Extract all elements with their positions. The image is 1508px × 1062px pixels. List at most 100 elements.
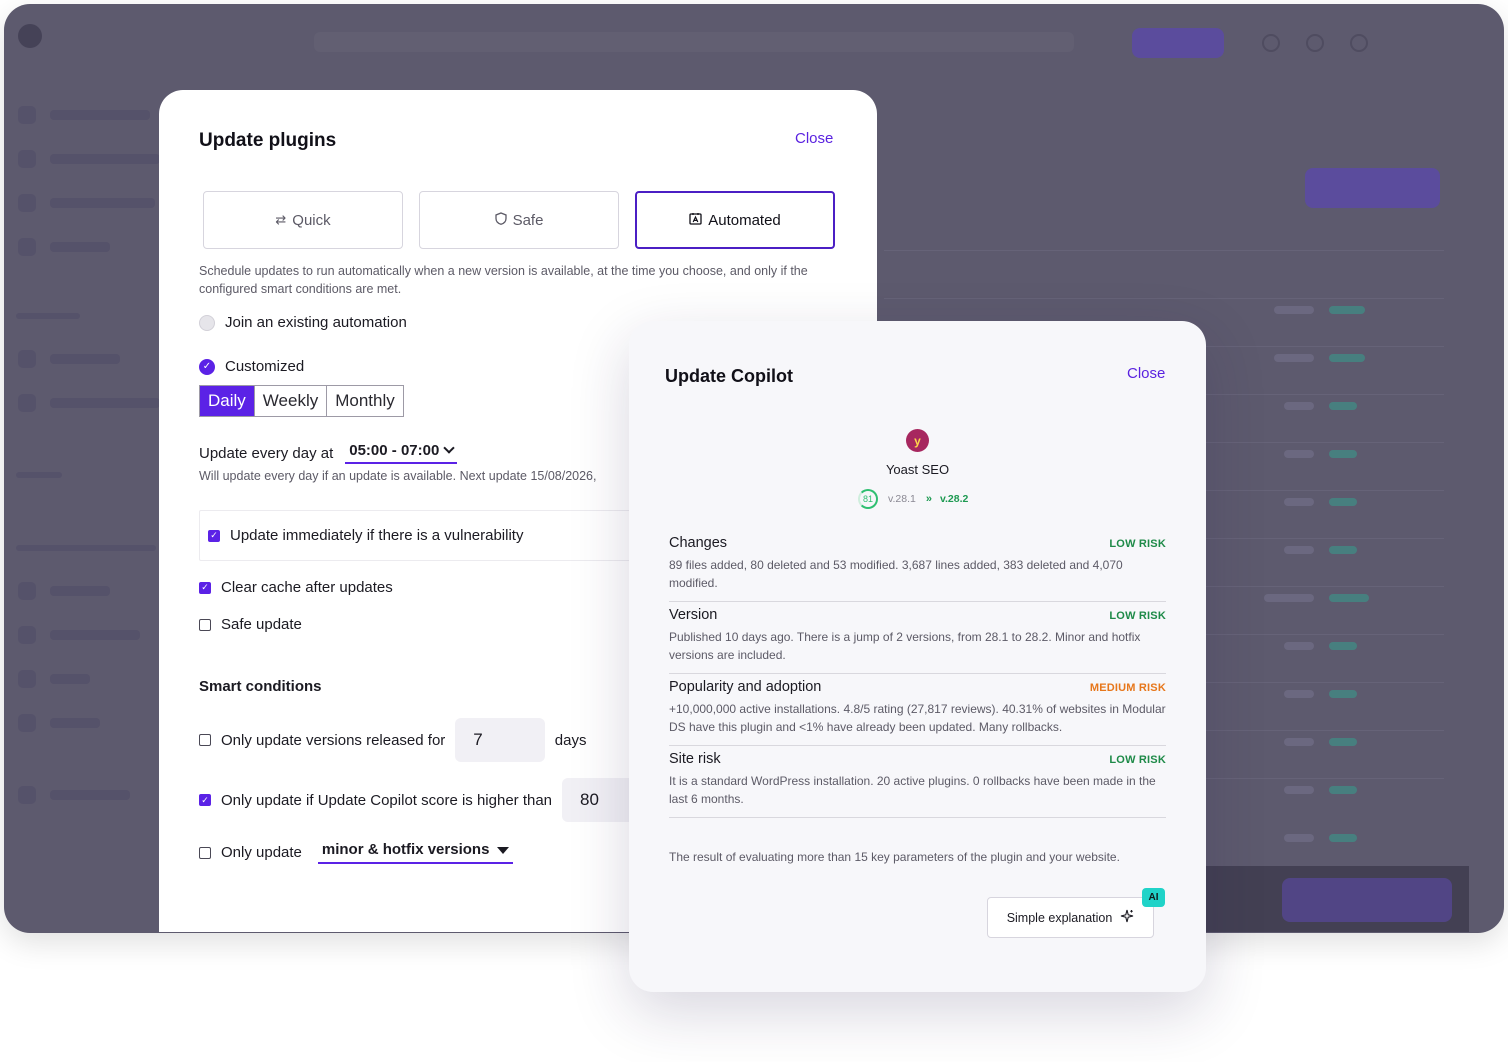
released-label: Only update versions released for bbox=[221, 731, 446, 749]
versions-label: Only update bbox=[221, 844, 302, 861]
divider bbox=[669, 601, 1166, 602]
clear-cache-label: Clear cache after updates bbox=[221, 579, 393, 596]
background-icon bbox=[1350, 34, 1368, 52]
checkbox-checked[interactable]: ✓ bbox=[199, 794, 211, 806]
ai-badge: AI bbox=[1142, 888, 1165, 907]
background-nav-item bbox=[18, 394, 160, 412]
vulnerability-label: Update immediately if there is a vulnera… bbox=[230, 527, 524, 544]
risk-title: Changes bbox=[669, 535, 728, 551]
background-nav-item bbox=[18, 194, 155, 212]
background-section-label bbox=[16, 313, 80, 319]
background-add-button bbox=[1132, 28, 1224, 58]
update-copilot-dialog: Update Copilot Close y Yoast SEO 81 v.28… bbox=[629, 321, 1206, 992]
background-nav-item bbox=[18, 786, 130, 804]
frequency-daily[interactable]: Daily bbox=[200, 386, 255, 416]
dialog-title: Update plugins bbox=[199, 130, 337, 151]
swap-icon: ⇄ bbox=[275, 212, 287, 227]
risk-level: LOW RISK bbox=[1109, 754, 1166, 766]
next-update-note: Will update every day if an update is av… bbox=[199, 469, 597, 483]
background-nav-item bbox=[18, 106, 150, 124]
risk-title: Version bbox=[669, 607, 718, 623]
background-icon bbox=[1262, 34, 1280, 52]
frequency-monthly[interactable]: Monthly bbox=[327, 386, 403, 416]
radio-unchecked[interactable] bbox=[199, 314, 215, 331]
update-every-label: Update every day at bbox=[199, 444, 334, 462]
risk-level: MEDIUM RISK bbox=[1089, 682, 1166, 694]
divider bbox=[669, 745, 1166, 746]
background-nav-item bbox=[18, 670, 90, 688]
score-threshold-input[interactable]: 80 bbox=[562, 778, 639, 822]
close-button[interactable]: Close bbox=[795, 130, 833, 147]
released-condition: Only update versions released for 7 days bbox=[199, 718, 586, 762]
version-from: v.28.1 bbox=[888, 493, 916, 505]
clear-cache-option[interactable]: ✓ Clear cache after updates bbox=[199, 579, 393, 596]
background-section-label bbox=[16, 545, 156, 551]
safe-update-label: Safe update bbox=[221, 616, 302, 633]
shield-icon bbox=[494, 212, 507, 228]
dialog-title: Update Copilot bbox=[665, 366, 793, 386]
sparkle-icon bbox=[1120, 909, 1134, 926]
frequency-weekly[interactable]: Weekly bbox=[255, 386, 328, 416]
evaluation-note: The result of evaluating more than 15 ke… bbox=[669, 850, 1120, 864]
background-nav-item bbox=[18, 626, 140, 644]
version-to: v.28.2 bbox=[939, 493, 969, 505]
score-label: Only update if Update Copilot score is h… bbox=[221, 791, 553, 809]
versions-value: minor & hotfix versions bbox=[321, 841, 490, 858]
safe-update-option[interactable]: Safe update bbox=[199, 616, 302, 633]
radio-checked[interactable]: ✓ bbox=[199, 358, 215, 375]
risk-item-changes: Changes LOW RISK 89 files added, 80 delet… bbox=[669, 535, 1166, 592]
background-icon bbox=[1306, 34, 1324, 52]
risk-title: Site risk bbox=[669, 751, 721, 767]
join-automation-option[interactable]: Join an existing automation bbox=[199, 314, 407, 331]
customized-label: Customized bbox=[225, 358, 305, 375]
risk-detail: +10,000,000 active installations. 4.8/5 … bbox=[669, 702, 1166, 734]
background-nav-item bbox=[18, 582, 110, 600]
background-search bbox=[314, 32, 1074, 52]
mode-quick-button[interactable]: ⇄ Quick bbox=[203, 191, 403, 249]
released-unit: days bbox=[554, 731, 587, 749]
checkbox-checked[interactable]: ✓ bbox=[208, 529, 220, 542]
risk-item-version: Version LOW RISK Published 10 days ago. T… bbox=[669, 607, 1166, 664]
time-window-value: 05:00 - 07:00 bbox=[349, 442, 440, 459]
vulnerability-option[interactable]: ✓ Update immediately if there is a vulne… bbox=[208, 527, 523, 544]
version-row: 81 v.28.1 » v.28.2 bbox=[858, 489, 968, 509]
close-button[interactable]: Close bbox=[1127, 365, 1165, 382]
checkbox-unchecked[interactable] bbox=[199, 734, 211, 746]
risk-detail: It is a standard WordPress installation.… bbox=[669, 774, 1156, 806]
mode-automated-button[interactable]: Automated bbox=[635, 191, 835, 249]
versions-condition: Only update minor & hotfix versions bbox=[199, 841, 514, 864]
checkbox-unchecked[interactable] bbox=[199, 618, 211, 631]
divider bbox=[669, 817, 1166, 818]
risk-title: Popularity and adoption bbox=[669, 679, 822, 695]
released-days-input[interactable]: 7 bbox=[455, 718, 545, 762]
checkbox-checked[interactable]: ✓ bbox=[199, 581, 211, 594]
screenshot-stage: Update plugins Close ⇄ Quick Safe Automa… bbox=[0, 0, 1508, 1062]
frequency-segmented-control: Daily Weekly Monthly bbox=[199, 385, 404, 417]
checkbox-unchecked[interactable] bbox=[199, 846, 211, 859]
risk-level: LOW RISK bbox=[1109, 610, 1166, 622]
risk-detail: 89 files added, 80 deleted and 53 modifi… bbox=[669, 558, 1123, 590]
risk-item-popularity: Popularity and adoption MEDIUM RISK +10,0… bbox=[669, 679, 1166, 736]
risk-item-site: Site risk LOW RISK It is a standard WordP… bbox=[669, 751, 1166, 808]
background-logo bbox=[18, 24, 42, 48]
risk-level: LOW RISK bbox=[1109, 538, 1166, 550]
simple-explanation-label: Simple explanation bbox=[1006, 910, 1113, 925]
simple-explanation-button[interactable]: Simple explanation bbox=[987, 897, 1154, 938]
background-section-label bbox=[16, 472, 62, 478]
mode-description: Schedule updates to run automatically wh… bbox=[199, 264, 808, 296]
mode-label: Quick bbox=[292, 211, 331, 229]
background-nav-item bbox=[18, 150, 160, 168]
mode-safe-button[interactable]: Safe bbox=[419, 191, 619, 249]
caret-down-icon bbox=[497, 847, 510, 854]
update-time-row: Update every day at 05:00 - 07:00 bbox=[199, 442, 458, 464]
time-window-select[interactable]: 05:00 - 07:00 bbox=[345, 442, 458, 464]
mode-label: Safe bbox=[512, 211, 544, 229]
background-nav-item bbox=[18, 714, 100, 732]
versions-select[interactable]: minor & hotfix versions bbox=[317, 841, 514, 864]
yoast-logo-icon: y bbox=[906, 429, 929, 452]
double-chevron-right-icon: » bbox=[925, 493, 932, 505]
mode-label: Automated bbox=[708, 211, 781, 229]
risk-detail: Published 10 days ago. There is a jump o… bbox=[669, 630, 1141, 662]
background-bottom-bar bbox=[1184, 866, 1469, 932]
customized-option[interactable]: ✓ Customized bbox=[199, 358, 304, 375]
